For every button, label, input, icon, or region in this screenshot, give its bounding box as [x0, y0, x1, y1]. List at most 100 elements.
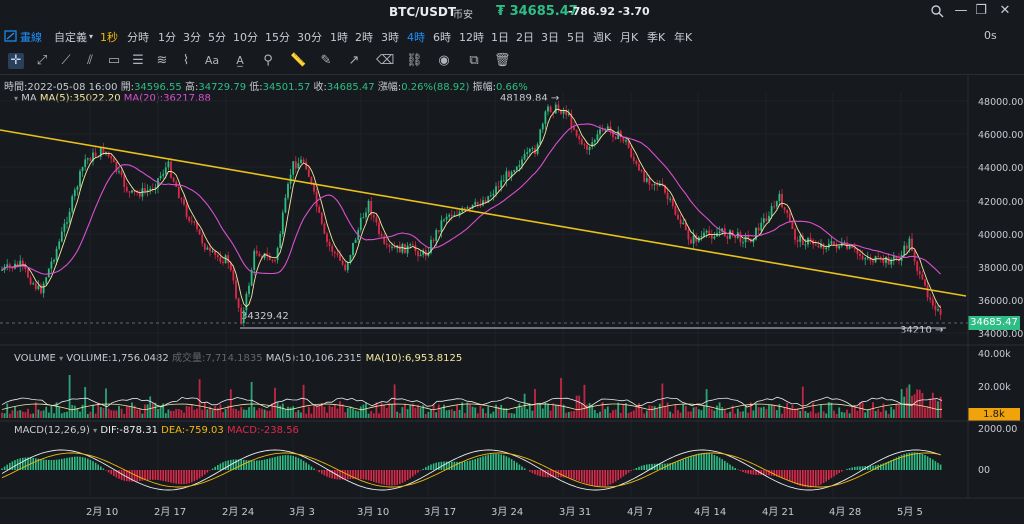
volume-bar — [281, 403, 284, 418]
candle-body — [690, 239, 692, 244]
volume-bar — [544, 402, 547, 418]
macd-bar — [378, 470, 380, 484]
candle-body — [554, 104, 557, 114]
volume-bar — [211, 409, 214, 418]
candle-body — [931, 299, 934, 306]
macd-bar — [640, 465, 643, 470]
candle-body — [27, 269, 29, 278]
price-chart[interactable] — [0, 0, 1024, 524]
macd-bar — [193, 470, 196, 482]
candle-body — [908, 238, 911, 249]
candle-body — [60, 231, 63, 242]
volume-bar — [112, 410, 115, 418]
volume-bar — [367, 413, 370, 418]
macd-bar — [731, 466, 734, 470]
macd-bar — [227, 460, 229, 470]
volume-bar — [159, 406, 162, 418]
macd-bar — [508, 457, 510, 470]
macd-bar — [646, 464, 648, 470]
volume-bar — [890, 406, 893, 418]
candle-body — [177, 186, 180, 199]
volume-bar — [606, 406, 609, 418]
macd-bar — [466, 461, 469, 470]
volume-bar — [814, 413, 817, 418]
macd-bar — [159, 470, 162, 481]
macd-bar — [924, 455, 926, 470]
candle-body — [578, 135, 581, 140]
candle-body — [622, 137, 625, 142]
candle-body — [391, 246, 393, 248]
macd-bar — [263, 459, 266, 470]
candle-body — [50, 261, 53, 269]
volume-bar — [24, 412, 27, 418]
candle-body — [521, 159, 523, 166]
volume-bar — [151, 402, 154, 418]
candle-body — [294, 161, 297, 169]
volume-bar — [222, 412, 224, 418]
candle-body — [515, 166, 518, 171]
candle-body — [583, 144, 586, 146]
macd-bar — [48, 459, 50, 470]
macd-bar — [822, 470, 825, 484]
candle-body — [497, 186, 500, 188]
volume-bar — [172, 410, 175, 418]
volume-bar — [840, 411, 843, 418]
volume-bar — [34, 402, 37, 418]
volume-bar — [245, 409, 248, 418]
volume-bar — [495, 404, 497, 418]
macd-bar — [393, 470, 396, 486]
candle-body — [209, 247, 211, 252]
volume-bar — [534, 388, 536, 418]
volume-bar — [653, 406, 656, 418]
volume-bar — [232, 408, 235, 418]
macd-bar — [734, 468, 736, 470]
volume-bar — [107, 408, 110, 418]
candle-body — [328, 241, 331, 247]
macd-bar — [63, 458, 66, 470]
macd-bar — [217, 465, 219, 470]
macd-bar — [383, 470, 385, 485]
volume-bar — [240, 407, 243, 418]
volume-bar — [869, 409, 872, 418]
candle-body — [502, 180, 505, 182]
candle-body — [84, 159, 87, 168]
macd-bar — [396, 470, 398, 485]
macd-bar — [391, 470, 393, 486]
candle-body — [185, 204, 188, 217]
volume-bar — [866, 409, 869, 418]
macd-bar — [926, 456, 929, 470]
volume-bar — [770, 404, 773, 418]
macd-bar — [170, 470, 172, 483]
macd-bar — [349, 470, 352, 480]
macd-bar — [695, 454, 697, 470]
macd-bar — [588, 470, 591, 485]
volume-bar — [120, 408, 123, 418]
candle-body — [235, 280, 237, 299]
candle-body — [344, 264, 347, 271]
volume-bar — [885, 410, 887, 418]
macd-bar — [677, 461, 679, 470]
candle-body — [544, 111, 547, 124]
candle-body — [305, 161, 308, 170]
candle-body — [107, 151, 110, 157]
macd-bar — [703, 452, 705, 470]
macd-bar — [708, 453, 710, 470]
candle-body — [388, 244, 391, 248]
macd-bar — [487, 454, 489, 470]
volume-bar — [687, 411, 690, 418]
volume-bar — [487, 406, 490, 418]
volume-bar — [128, 405, 131, 418]
candle-body — [29, 277, 32, 285]
volume-bar — [783, 407, 786, 418]
candle-body — [601, 129, 604, 131]
volume-bar — [398, 413, 401, 418]
macd-bar — [292, 455, 294, 470]
macd-bar — [58, 459, 60, 470]
macd-bar — [55, 459, 58, 470]
volume-bar — [482, 408, 484, 418]
macd-bar — [796, 470, 799, 485]
volume-bar — [619, 412, 622, 418]
volume-bar — [362, 404, 365, 418]
candle-body — [89, 158, 92, 162]
candle-body — [484, 200, 487, 203]
